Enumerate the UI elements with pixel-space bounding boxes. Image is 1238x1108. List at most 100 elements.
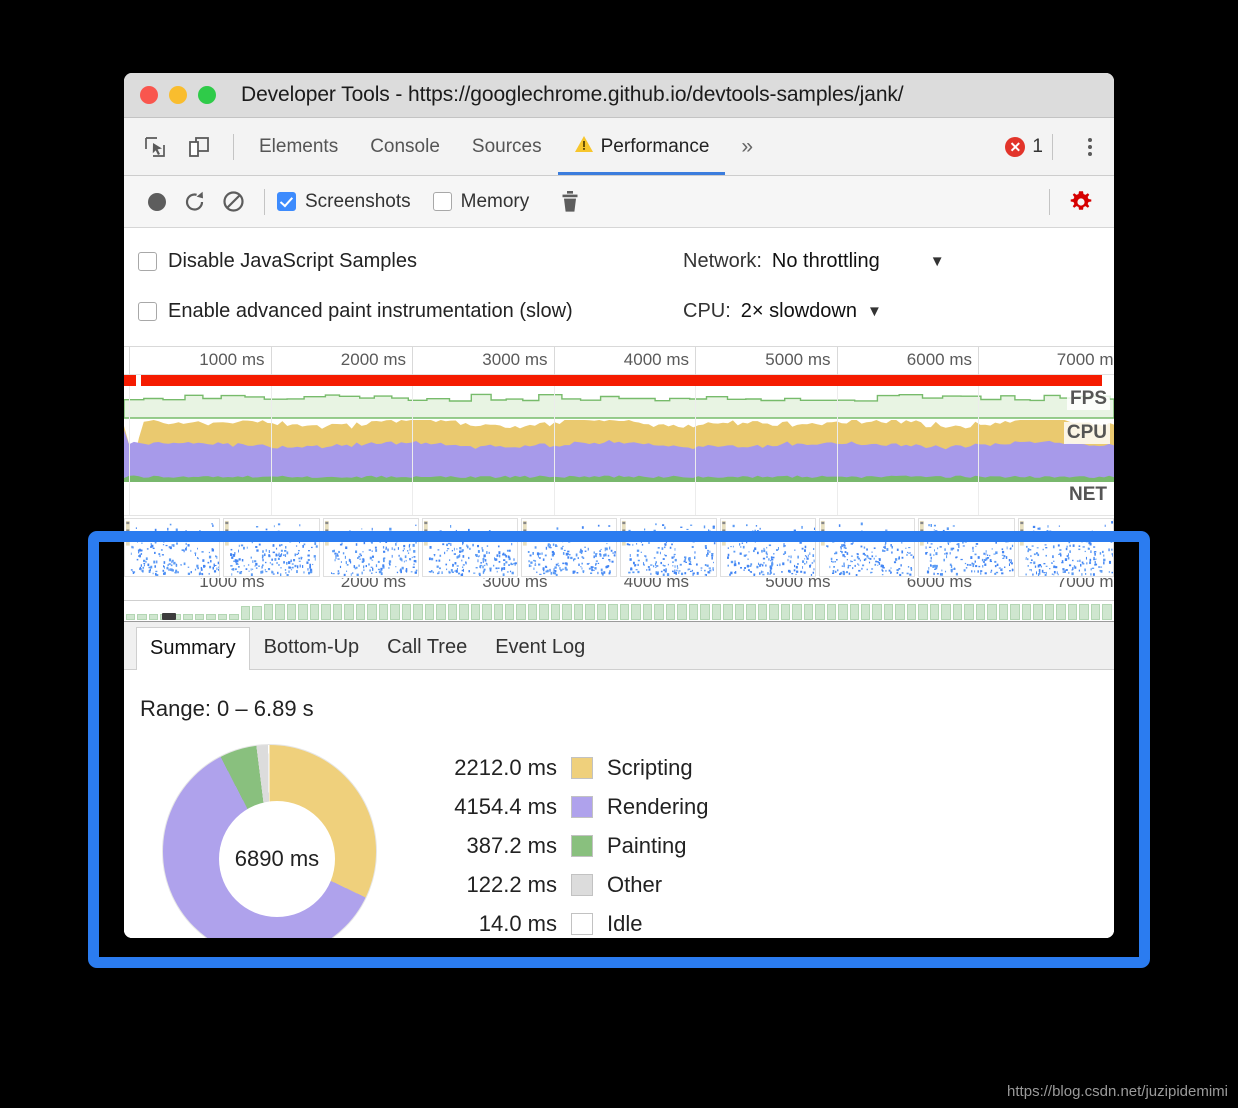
reload-and-record-button[interactable] [176, 183, 214, 221]
frame-bar[interactable] [401, 604, 412, 620]
frame-bar[interactable] [815, 604, 825, 620]
screenshots-checkbox-box[interactable] [277, 192, 296, 211]
frame-bar[interactable] [975, 604, 986, 620]
frame-bar[interactable] [332, 604, 343, 620]
filmstrip-frame[interactable] [819, 518, 916, 577]
frame-bar[interactable] [746, 604, 756, 620]
frame-bar[interactable] [849, 604, 859, 620]
advanced-paint-checkbox[interactable]: Enable advanced paint instrumentation (s… [138, 300, 683, 323]
screenshots-checkbox[interactable]: Screenshots [277, 191, 411, 213]
filmstrip-frame[interactable] [322, 518, 419, 577]
frame-bar[interactable] [527, 604, 538, 620]
frame-bar[interactable] [470, 604, 481, 620]
frame-bar[interactable] [539, 604, 549, 620]
frame-bar[interactable] [504, 604, 515, 620]
frame-bar[interactable] [1079, 604, 1089, 620]
frame-bar[interactable] [654, 604, 664, 620]
activity-donut-chart[interactable]: 6890 ms [162, 744, 392, 938]
frame-bar[interactable] [826, 604, 837, 620]
disable-js-samples-checkbox[interactable]: Disable JavaScript Samples [138, 250, 683, 273]
filmstrip-frame[interactable] [124, 518, 221, 577]
frame-bar[interactable] [596, 604, 607, 620]
frame-bar[interactable] [769, 604, 779, 620]
frames-strip[interactable] [124, 600, 1114, 622]
frame-bar[interactable] [883, 604, 894, 620]
frame-bar[interactable] [872, 604, 882, 620]
inspect-element-icon[interactable] [136, 128, 174, 166]
filmstrip-frame[interactable] [719, 518, 817, 577]
frame-bar[interactable] [516, 604, 526, 620]
frame-bar[interactable] [424, 604, 435, 620]
frame-bar[interactable] [998, 604, 1009, 620]
frame-bar[interactable] [229, 614, 239, 620]
screenshot-filmstrip[interactable] [124, 516, 1114, 578]
frame-bar[interactable] [378, 604, 389, 620]
frame-bar[interactable] [148, 614, 159, 620]
collect-garbage-icon[interactable] [551, 183, 589, 221]
frame-bar[interactable] [573, 604, 584, 620]
frame-bar[interactable] [298, 604, 308, 620]
tab-bottom-up[interactable]: Bottom-Up [250, 626, 374, 669]
cpu-throttling-control[interactable]: CPU: 2× slowdown ▼ [683, 300, 882, 323]
network-chevron-down-icon[interactable]: ▼ [890, 253, 945, 270]
frame-bar[interactable] [677, 604, 687, 620]
filmstrip-frame[interactable] [421, 518, 519, 577]
tab-summary[interactable]: Summary [136, 627, 250, 670]
frame-bar[interactable] [906, 604, 917, 620]
frame-bar[interactable] [183, 614, 193, 620]
tab-elements[interactable]: Elements [243, 118, 354, 175]
minimize-window-button[interactable] [169, 86, 187, 104]
frame-bar[interactable] [1044, 604, 1055, 620]
frame-bar[interactable] [240, 606, 251, 620]
frame-bar[interactable] [493, 604, 503, 620]
frame-bar[interactable] [194, 614, 205, 620]
frame-bar[interactable] [642, 604, 653, 620]
frame-bar[interactable] [252, 606, 262, 620]
devtools-main-menu-icon[interactable] [1078, 134, 1102, 160]
frame-bar[interactable] [286, 604, 297, 620]
frame-bar[interactable] [1033, 604, 1043, 620]
disable-js-samples-box[interactable] [138, 251, 157, 271]
frame-bar[interactable] [1102, 604, 1112, 620]
frame-bar[interactable] [665, 604, 676, 620]
legend-row[interactable]: 387.2 ms Painting [427, 826, 709, 865]
frame-bar[interactable] [780, 604, 791, 620]
frame-bar[interactable] [964, 604, 974, 620]
frame-bar[interactable] [447, 604, 458, 620]
cpu-chevron-down-icon[interactable]: ▼ [867, 303, 882, 320]
frame-bar[interactable] [792, 604, 802, 620]
frame-bar[interactable] [711, 604, 722, 620]
frame-bar[interactable] [482, 604, 492, 620]
zoom-window-button[interactable] [198, 86, 216, 104]
frame-bar[interactable] [126, 614, 136, 620]
frame-bar[interactable] [217, 614, 228, 620]
clear-recording-button[interactable] [214, 183, 252, 221]
frame-bar[interactable] [585, 604, 595, 620]
filmstrip-frame[interactable] [620, 518, 717, 577]
more-tabs-button[interactable]: » [725, 118, 769, 175]
frame-bar[interactable] [929, 604, 940, 620]
error-count-badge[interactable]: ✕ 1 [1005, 136, 1043, 158]
tab-call-tree[interactable]: Call Tree [373, 626, 481, 669]
filmstrip-frame[interactable] [521, 518, 618, 577]
frame-bar[interactable] [700, 604, 710, 620]
frame-bar[interactable] [608, 604, 618, 620]
frame-bar[interactable] [309, 604, 320, 620]
frame-bar[interactable] [987, 604, 997, 620]
memory-checkbox[interactable]: Memory [432, 191, 529, 213]
filmstrip-frame[interactable] [918, 518, 1015, 577]
filmstrip-frame[interactable] [223, 518, 320, 577]
frame-bar[interactable] [355, 604, 366, 620]
frame-bar[interactable] [263, 604, 274, 620]
legend-row[interactable]: 122.2 ms Other [427, 865, 709, 904]
frame-bar[interactable] [436, 604, 446, 620]
frames-strip-handle[interactable] [162, 613, 176, 620]
tab-sources[interactable]: Sources [456, 118, 558, 175]
frame-bar[interactable] [1010, 604, 1020, 620]
frame-bar[interactable] [734, 604, 745, 620]
frame-bar[interactable] [838, 604, 848, 620]
frame-bar[interactable] [275, 604, 285, 620]
frame-bar[interactable] [413, 604, 423, 620]
frame-bar[interactable] [895, 604, 905, 620]
frame-bar[interactable] [723, 604, 733, 620]
